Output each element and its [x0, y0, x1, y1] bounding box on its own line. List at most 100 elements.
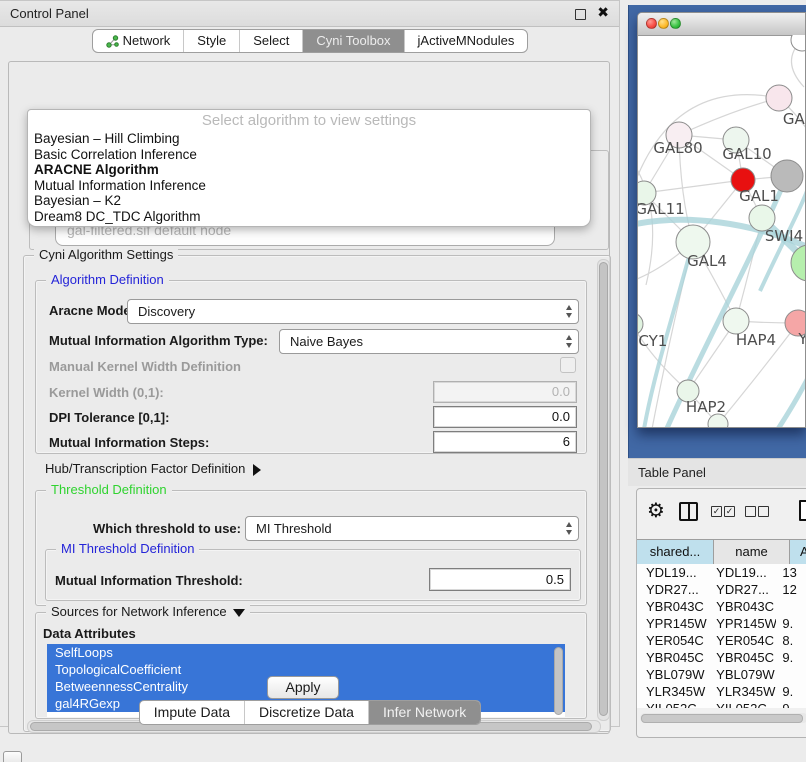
kernel-width-field[interactable]: 0.0 — [433, 381, 577, 403]
table-row[interactable]: YER054CYER054C8. — [637, 632, 806, 649]
columns-icon[interactable] — [679, 502, 698, 521]
tab-jactivemnodules[interactable]: jActiveMNodules — [404, 30, 528, 52]
table-cell: 9. — [776, 615, 806, 632]
mi-type-label: Mutual Information Algorithm Type: — [49, 333, 268, 348]
network-edge — [736, 218, 762, 321]
table-cell: 13 — [776, 564, 806, 581]
manual-kernel-checkbox[interactable] — [560, 357, 576, 373]
network-node-label: Y — [797, 330, 806, 348]
network-window[interactable]: GALGAL80GAL10GAL1GAL11SWI4GAL4GCY1HAP4YH… — [637, 12, 806, 428]
panel-title: Control Panel — [10, 1, 89, 26]
settings-group-title: Cyni Algorithm Settings — [34, 247, 178, 262]
table-column-header[interactable]: A — [790, 540, 806, 564]
network-node[interactable] — [791, 35, 806, 51]
control-panel: Control Panel ✖ Network Style Select Cyn… — [0, 0, 620, 727]
hub-definition-toggle[interactable]: Hub/Transcription Factor Definition — [45, 461, 261, 476]
network-window-titlebar[interactable] — [638, 13, 805, 36]
table-cell: YLR345W — [637, 683, 707, 700]
gear-icon[interactable]: ⚙ — [647, 498, 665, 522]
table-cell: 9. — [776, 700, 806, 708]
select-all-checkbox-icon[interactable]: ✓ — [724, 506, 735, 517]
network-edge — [778, 357, 806, 428]
zoom-traffic-light[interactable] — [670, 18, 681, 29]
table-cell: YPR145W — [637, 615, 707, 632]
network-canvas[interactable]: GALGAL80GAL10GAL1GAL11SWI4GAL4GCY1HAP4YH… — [638, 35, 806, 428]
network-node-gal[interactable] — [766, 85, 792, 111]
table-cell: 9. — [776, 649, 806, 666]
network-node-label: SWI4 — [765, 227, 803, 245]
table-row[interactable]: YBR043CYBR043C — [637, 598, 806, 615]
table-panel-title: Table Panel — [638, 459, 706, 487]
export-table-icon[interactable] — [799, 500, 806, 521]
select-all-checkbox-icon[interactable]: ✓ — [711, 506, 722, 517]
minimize-traffic-light[interactable] — [658, 18, 669, 29]
table-column-header[interactable]: name — [714, 540, 790, 564]
tab-impute-data[interactable]: Impute Data — [140, 701, 244, 724]
deselect-all-checkbox-icon[interactable] — [758, 506, 769, 517]
which-threshold-combobox[interactable]: MI Threshold — [245, 516, 579, 541]
scrollbar-thumb[interactable] — [599, 262, 608, 716]
table-cell: YBL079W — [707, 666, 776, 683]
close-traffic-light[interactable] — [646, 18, 657, 29]
table-row[interactable]: YIL052CYIL052C9. — [637, 700, 806, 708]
algorithm-definition-title: Algorithm Definition — [46, 272, 169, 287]
table-row[interactable]: YBL079WYBL079W — [637, 666, 806, 683]
mi-threshold-field[interactable]: 0.5 — [429, 568, 571, 591]
tab-cyni-toolbox[interactable]: Cyni Toolbox — [302, 30, 403, 52]
scrollbar-thumb[interactable] — [641, 714, 803, 723]
collapsed-panel-icon[interactable] — [3, 751, 22, 762]
dpi-tolerance-field[interactable]: 0.0 — [433, 406, 577, 428]
table-cell: YBR043C — [637, 598, 707, 615]
table-row[interactable]: YDR27...YDR27...12 — [637, 581, 806, 598]
mi-steps-field[interactable]: 6 — [433, 431, 577, 453]
close-icon[interactable]: ✖ — [597, 4, 609, 21]
table-cell: YER054C — [707, 632, 776, 649]
kernel-width-label: Kernel Width (0,1): — [49, 385, 164, 400]
dropdown-options: Bayesian – Hill ClimbingBasic Correlatio… — [28, 131, 590, 225]
mi-steps-label: Mutual Information Steps: — [49, 435, 209, 450]
algorithm-option[interactable]: Bayesian – K2 — [28, 193, 590, 209]
network-node-label: GAL1 — [739, 187, 779, 205]
table-horizontal-scrollbar[interactable] — [640, 713, 806, 723]
cyni-toolbox-panel: gal-filtered.sif default node Select alg… — [8, 61, 610, 734]
data-attribute-item[interactable]: SelfLoops — [47, 644, 565, 661]
network-node-label: HAP4 — [736, 331, 776, 349]
tab-style[interactable]: Style — [183, 30, 239, 52]
deselect-all-checkbox-icon[interactable] — [745, 506, 756, 517]
apply-button[interactable]: Apply — [267, 676, 339, 699]
settings-vertical-scrollbar[interactable] — [597, 259, 610, 721]
network-edge — [644, 180, 743, 193]
algorithm-option[interactable]: Bayesian – Hill Climbing — [28, 131, 590, 147]
table-cell: YIL052C — [707, 700, 776, 708]
network-icon — [106, 35, 119, 48]
table-row[interactable]: YPR145WYPR145W9. — [637, 615, 806, 632]
dpi-tolerance-label: DPI Tolerance [0,1]: — [49, 410, 169, 425]
table-row[interactable]: YDL19...YDL19...13 — [637, 564, 806, 581]
which-threshold-label: Which threshold to use: — [89, 521, 241, 536]
table-header-row: shared...nameA — [637, 539, 806, 565]
aracne-mode-combobox[interactable]: Discovery — [127, 299, 579, 324]
tab-select[interactable]: Select — [239, 30, 302, 52]
network-node-label: GAL10 — [722, 145, 771, 163]
table-row[interactable]: YLR345WYLR345W9. — [637, 683, 806, 700]
table-cell: YLR345W — [707, 683, 776, 700]
bottom-tabs: Impute Data Discretize Data Infer Networ… — [0, 700, 620, 725]
mi-type-combobox[interactable]: Naive Bayes — [279, 329, 579, 354]
sources-title[interactable]: Sources for Network Inference — [46, 604, 250, 619]
algorithm-option[interactable]: Basic Correlation Inference — [28, 147, 590, 163]
table-column-header[interactable]: shared... — [637, 540, 714, 564]
table-row[interactable]: YBR045CYBR045C9. — [637, 649, 806, 666]
algorithm-option[interactable]: Mutual Information Inference — [28, 178, 590, 194]
network-node-label: GAL4 — [687, 252, 727, 270]
tab-discretize-data[interactable]: Discretize Data — [244, 701, 368, 724]
table-panel: ⚙ ✓ ✓ shared...nameA YDL19...YDL19...13Y… — [636, 488, 806, 738]
tab-network[interactable]: Network — [93, 30, 184, 52]
table-cell: YBR045C — [637, 649, 707, 666]
algorithm-option[interactable]: ARACNE Algorithm — [28, 162, 590, 178]
mi-threshold-label: Mutual Information Threshold: — [55, 573, 243, 588]
float-window-icon[interactable] — [575, 9, 586, 20]
algorithm-option[interactable]: Dream8 DC_TDC Algorithm — [28, 209, 590, 225]
tab-infer-network[interactable]: Infer Network — [368, 701, 480, 724]
table-cell: YBL079W — [637, 666, 707, 683]
table-cell: YIL052C — [637, 700, 707, 708]
